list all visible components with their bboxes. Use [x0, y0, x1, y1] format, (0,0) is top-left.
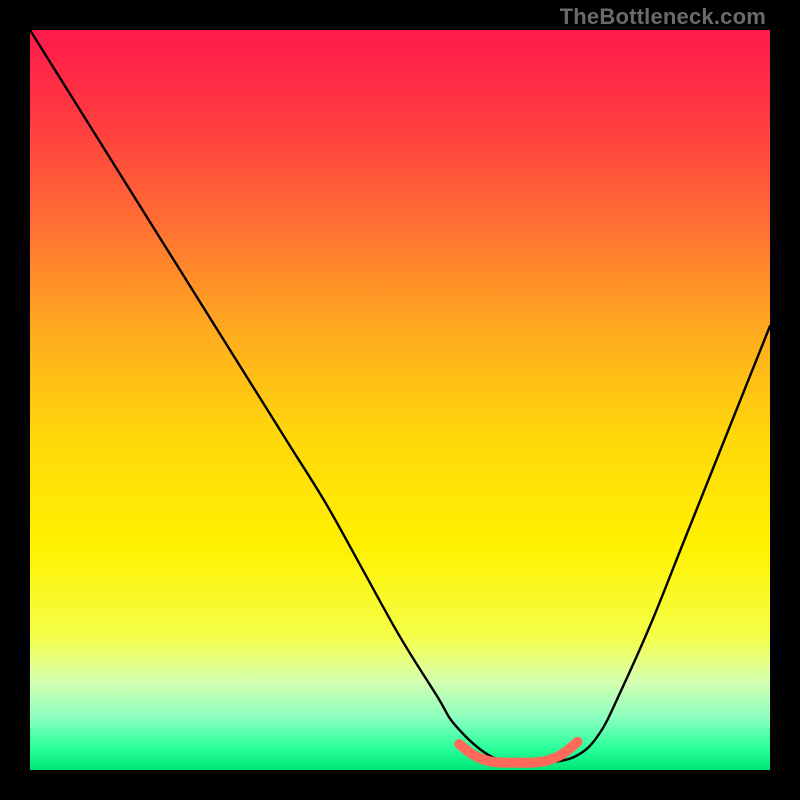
bottleneck-chart: [30, 30, 770, 770]
chart-frame: [30, 30, 770, 770]
watermark-text: TheBottleneck.com: [560, 4, 766, 30]
gradient-background: [30, 30, 770, 770]
